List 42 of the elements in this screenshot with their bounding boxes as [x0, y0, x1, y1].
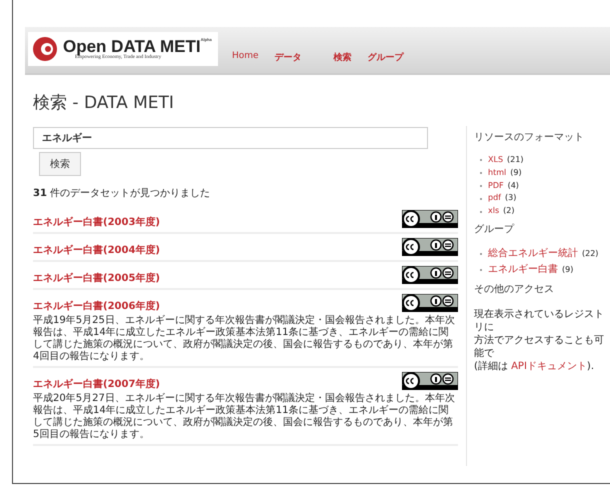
facet-count: (22) — [582, 248, 598, 260]
dataset-link[interactable]: エネルギー白書(2007年度) — [33, 379, 160, 390]
facet-link[interactable]: PDF — [488, 180, 504, 192]
access-text: 現在表示されているレジストリに — [474, 308, 605, 334]
sidebar-heading: その他のアクセス — [474, 282, 555, 296]
logo-emblem-icon — [32, 36, 60, 62]
dataset-link[interactable]: エネルギー白書(2003年度) — [33, 217, 160, 228]
dataset-link[interactable]: エネルギー白書(2004年度) — [33, 245, 160, 256]
facet-link[interactable]: pdf — [488, 192, 501, 206]
page-title: 検索 - DATA METI — [33, 92, 175, 114]
access-text: 方法でアクセスすることも可能で — [474, 334, 605, 360]
dataset-description: 平成20年5月27日、エネルギーに関する年次報告書が閣議決定・国会報告されました。本年次報告は、平成14年に成立したエネルギー政策基本法第11条に基づき、エネルギーの需給に関して講じた施策の概況について、政府が閣議決定の後、国会に報告するものであり、本年が第 5回目の報告になります。 — [33, 393, 456, 441]
access-text: (詳細は APIドキュメント). — [474, 360, 596, 373]
facet-link[interactable]: エネルギー白書 — [488, 262, 558, 278]
cc-license-icon — [402, 238, 458, 256]
search-button[interactable]: 検索 — [39, 152, 81, 176]
result-count: 31 件のデータセットが見つかりました — [33, 187, 212, 200]
facet-count: (4) — [508, 180, 519, 192]
facet-link[interactable]: xls — [488, 205, 500, 218]
nav-link[interactable]: データ — [274, 51, 302, 64]
facet-link[interactable]: html — [488, 166, 506, 180]
facet-count: (9) — [562, 264, 574, 276]
facet-count: (21) — [507, 154, 524, 166]
cc-license-icon — [402, 266, 458, 284]
cc-license-icon — [402, 210, 458, 228]
facet-count: (2) — [503, 205, 514, 218]
nav-link[interactable]: 検索 — [334, 51, 352, 64]
sidebar-heading: グループ — [474, 222, 516, 236]
nav-link[interactable]: グループ — [368, 51, 404, 64]
nav-link[interactable]: Home — [232, 51, 259, 64]
cc-license-icon — [402, 294, 458, 312]
api-docs-link[interactable]: APIドキュメント — [511, 360, 587, 372]
dataset-link[interactable]: エネルギー白書(2005年度) — [33, 273, 160, 284]
facet-link[interactable]: 総合エネルギー統計 — [488, 246, 578, 262]
dataset-description: 平成19年5月25日、エネルギーに関する年次報告書が閣議決定・国会報告されました。本年次報告は、平成14年に成立したエネルギー政策基本法第11条に基づき、エネルギーの需給に関して講じた施策の概況について、政府が閣議決定の後、国会に報告するものであり、本年が第4回目の報告になります。 — [33, 315, 456, 363]
search-field[interactable]: エネルギー — [33, 127, 428, 149]
dataset-link[interactable]: エネルギー白書(2006年度) — [33, 301, 160, 312]
facet-count: (9) — [510, 166, 522, 179]
facet-link[interactable]: XLS — [488, 154, 504, 167]
sidebar-heading: リソースのフォーマット — [474, 131, 585, 144]
cc-license-icon — [402, 372, 458, 390]
facet-count: (3) — [504, 192, 516, 204]
